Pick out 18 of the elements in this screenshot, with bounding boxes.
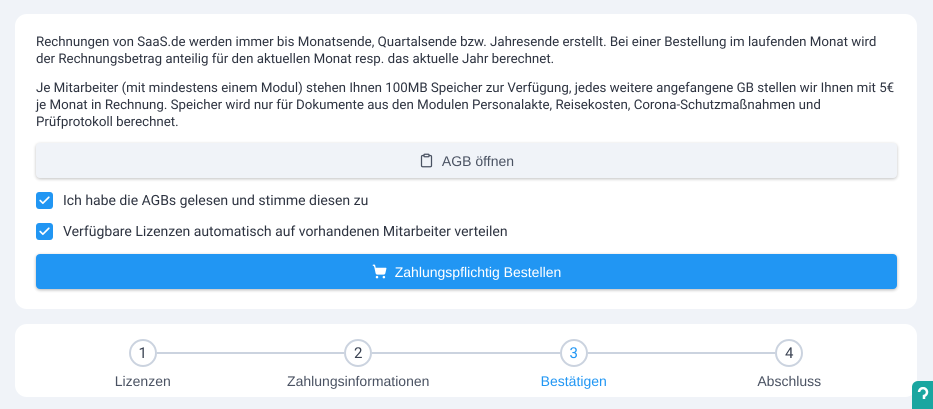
agb-button[interactable]: AGB öffnen [36,143,897,178]
checkbox-label: Ich habe die AGBs gelesen und stimme diesen zu [63,192,368,208]
info-paragraph: Je Mitarbeiter (mit mindestens einem Modul) stehen Ihnen 100MB Speicher zur Verfügung, jedes weitere angefangene GB stellen wir Ihnen mit 5€ je Monat in Rechnung. Speicher wird nur für Dokumente aus den Modulen Personalakte, Reisekosten, Corona-Schutzmaßnahmen und Prüfprotokoll berechnet. [36,80,896,131]
cart-icon [372,264,387,279]
step-number[interactable]: 1 [128,339,157,367]
check-icon [38,194,51,207]
clipboard-icon [418,153,434,168]
step-number[interactable]: 2 [344,339,372,367]
step-label[interactable]: Abschluss [757,373,822,389]
checkbox[interactable] [36,223,53,240]
help-icon[interactable] [912,381,933,409]
step-number[interactable]: 4 [775,339,804,367]
checkbox[interactable] [36,192,53,209]
step-label[interactable]: Zahlungsinformationen [287,373,430,389]
check-icon [38,225,51,238]
info-paragraph: Rechnungen von SaaS.de werden immer bis Monatsende, Quartalsende bzw. Jahresende erstellt. Bei einer Bestellung im laufenden Monat wird der Rechnungsbetrag anteilig für den aktuellen Monat resp. das aktuelle Jahr berechnet. [36,34,878,68]
step-label[interactable]: Lizenzen [114,373,171,389]
checkbox-label: Verfügbare Lizenzen automatisch auf vorhandenen Mitarbeiter verteilen [63,224,508,240]
